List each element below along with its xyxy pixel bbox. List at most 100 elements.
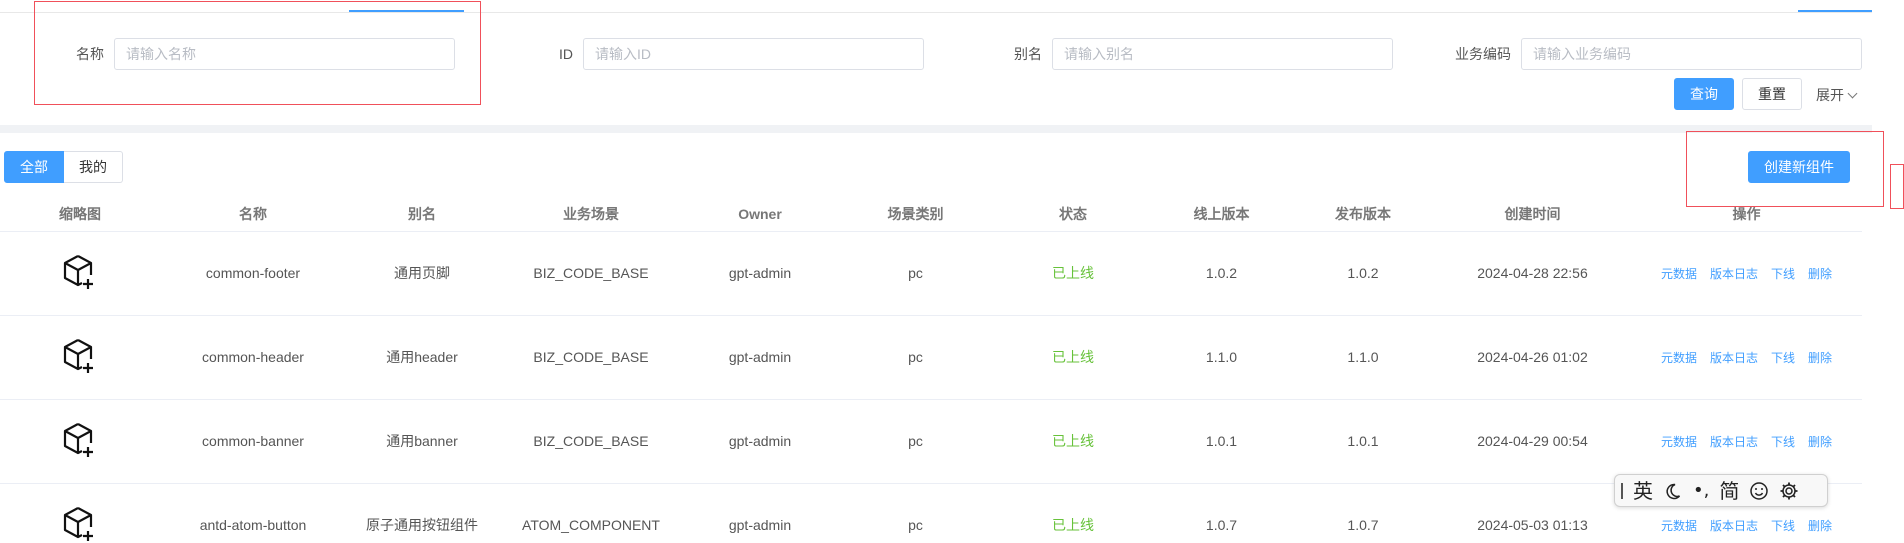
cell-scene: pc — [836, 315, 995, 400]
component-add-icon — [60, 338, 100, 379]
op-metadata-link[interactable]: 元数据 — [1661, 433, 1697, 450]
col-scene-type: 场景类别 — [836, 197, 995, 232]
cell-alias: 通用banner — [346, 399, 498, 484]
name-input[interactable] — [114, 38, 455, 70]
gear-icon[interactable] — [1779, 481, 1799, 501]
filter-id-label: ID — [559, 46, 573, 62]
op-metadata-link[interactable]: 元数据 — [1661, 265, 1697, 282]
segment-mine[interactable]: 我的 — [64, 151, 123, 183]
smiley-icon[interactable] — [1749, 481, 1769, 501]
component-table: 缩略图 名称 别名 业务场景 Owner 场景类别 状态 线上版本 发布版本 创… — [0, 197, 1862, 543]
filter-alias-label: 别名 — [1014, 46, 1042, 62]
chevron-down-icon — [1847, 88, 1858, 98]
segment-all[interactable]: 全部 — [4, 151, 64, 183]
active-tab-indicator — [349, 10, 464, 12]
ime-drag-handle[interactable] — [1621, 482, 1623, 499]
cell-scene: pc — [836, 231, 995, 316]
cell-online: 1.0.2 — [1151, 231, 1292, 316]
cell-online: 1.0.7 — [1151, 483, 1292, 543]
op-metadata-link[interactable]: 元数据 — [1661, 349, 1697, 366]
cell-release: 1.0.1 — [1292, 399, 1434, 484]
op-version-log-link[interactable]: 版本日志 — [1710, 517, 1758, 534]
section-divider — [0, 125, 1872, 133]
ime-language-toggle[interactable]: 英 — [1633, 481, 1653, 501]
cell-online: 1.1.0 — [1151, 315, 1292, 400]
cell-scene: pc — [836, 483, 995, 543]
op-version-log-link[interactable]: 版本日志 — [1710, 433, 1758, 450]
filter-alias: 别名 — [1000, 38, 1393, 70]
moon-icon[interactable] — [1663, 481, 1683, 501]
cell-scene: pc — [836, 399, 995, 484]
op-version-log-link[interactable]: 版本日志 — [1710, 349, 1758, 366]
col-online-version: 线上版本 — [1151, 197, 1292, 232]
thumbnail-cell — [0, 231, 160, 316]
op-version-log-link[interactable]: 版本日志 — [1710, 265, 1758, 282]
actions-cell: 元数据 版本日志 下线 删除 — [1631, 315, 1862, 400]
cell-status: 已上线 — [995, 315, 1151, 400]
cell-status: 已上线 — [995, 483, 1151, 543]
op-delete-link[interactable]: 删除 — [1808, 433, 1832, 450]
op-offline-link[interactable]: 下线 — [1771, 517, 1795, 534]
cell-release: 1.0.7 — [1292, 483, 1434, 543]
cell-biz: BIZ_CODE_BASE — [498, 399, 684, 484]
cell-created: 2024-05-03 01:13 — [1434, 483, 1631, 543]
col-name: 名称 — [160, 197, 346, 232]
query-button[interactable]: 查询 — [1674, 78, 1734, 110]
cell-created: 2024-04-28 22:56 — [1434, 231, 1631, 316]
cell-alias: 原子通用按钮组件 — [346, 483, 498, 543]
thumbnail-cell — [0, 399, 160, 484]
expand-toggle[interactable]: 展开 — [1816, 85, 1858, 105]
filter-name-label: 名称 — [76, 46, 104, 62]
col-biz-scene: 业务场景 — [498, 197, 684, 232]
col-release-version: 发布版本 — [1292, 197, 1434, 232]
op-delete-link[interactable]: 删除 — [1808, 349, 1832, 366]
ime-toolbar: 英 •, 简 — [1614, 474, 1828, 507]
cell-name: common-header — [160, 315, 346, 400]
ime-punctuation-toggle[interactable]: •, — [1693, 481, 1709, 500]
alias-input[interactable] — [1052, 38, 1393, 70]
col-alias: 别名 — [346, 197, 498, 232]
biz-code-input[interactable] — [1521, 38, 1862, 70]
op-delete-link[interactable]: 删除 — [1808, 265, 1832, 282]
op-offline-link[interactable]: 下线 — [1771, 265, 1795, 282]
thumbnail-cell — [0, 315, 160, 400]
cell-created: 2024-04-26 01:02 — [1434, 315, 1631, 400]
cell-biz: BIZ_CODE_BASE — [498, 315, 684, 400]
table-row: antd-atom-button 原子通用按钮组件 ATOM_COMPONENT gp… — [0, 483, 1862, 543]
filter-id: ID — [540, 38, 924, 70]
reset-button[interactable]: 重置 — [1742, 78, 1802, 110]
cell-biz: BIZ_CODE_BASE — [498, 231, 684, 316]
op-offline-link[interactable]: 下线 — [1771, 349, 1795, 366]
component-add-icon — [60, 254, 100, 295]
col-created: 创建时间 — [1434, 197, 1631, 232]
scope-segmented-control: 全部 我的 — [4, 151, 123, 183]
actions-cell: 元数据 版本日志 下线 删除 — [1631, 231, 1862, 316]
id-input[interactable] — [583, 38, 924, 70]
op-metadata-link[interactable]: 元数据 — [1661, 517, 1697, 534]
thumbnail-cell — [0, 483, 160, 543]
cell-name: common-footer — [160, 231, 346, 316]
cell-owner: gpt-admin — [684, 231, 836, 316]
op-offline-link[interactable]: 下线 — [1771, 433, 1795, 450]
create-component-button[interactable]: 创建新组件 — [1748, 151, 1850, 183]
cell-alias: 通用页脚 — [346, 231, 498, 316]
cell-biz: ATOM_COMPONENT — [498, 483, 684, 543]
table-header-row: 缩略图 名称 别名 业务场景 Owner 场景类别 状态 线上版本 发布版本 创… — [0, 197, 1862, 232]
cell-owner: gpt-admin — [684, 315, 836, 400]
highlight-box-edge — [1890, 164, 1904, 209]
filter-biz-code: 业务编码 — [1440, 38, 1862, 70]
cell-online: 1.0.1 — [1151, 399, 1292, 484]
cell-release: 1.0.2 — [1292, 231, 1434, 316]
op-delete-link[interactable]: 删除 — [1808, 517, 1832, 534]
cell-alias: 通用header — [346, 315, 498, 400]
component-add-icon — [60, 506, 100, 543]
col-status: 状态 — [995, 197, 1151, 232]
cell-status: 已上线 — [995, 231, 1151, 316]
table-row: common-banner 通用banner BIZ_CODE_BASE gpt-ad… — [0, 399, 1862, 484]
ime-simplified-toggle[interactable]: 简 — [1719, 481, 1739, 501]
cell-owner: gpt-admin — [684, 483, 836, 543]
actions-cell: 元数据 版本日志 下线 删除 — [1631, 399, 1862, 484]
cell-release: 1.1.0 — [1292, 315, 1434, 400]
filter-name: 名称 — [70, 38, 455, 70]
cell-status: 已上线 — [995, 399, 1151, 484]
